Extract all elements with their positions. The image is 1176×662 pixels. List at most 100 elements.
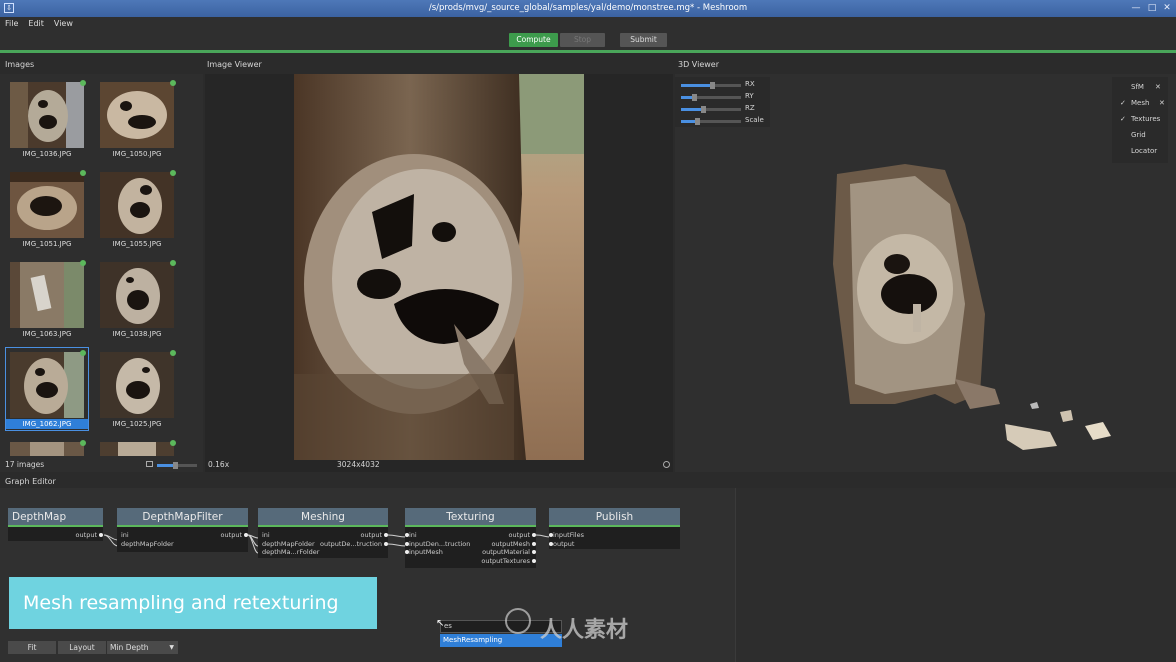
status-ok-icon <box>80 170 86 176</box>
compute-button[interactable]: Compute <box>509 33 558 47</box>
images-panel-title: Images <box>5 60 35 69</box>
thumbnail-size-slider[interactable] <box>157 462 197 469</box>
thumbnail[interactable]: IMG_1055.JPG <box>96 168 178 250</box>
menu-edit[interactable]: Edit <box>23 17 49 30</box>
node-output: output <box>508 531 530 539</box>
menu-bar: File Edit View <box>0 17 1176 30</box>
node-texturing[interactable]: Texturing ini inputDen...truction inputM… <box>405 508 536 568</box>
status-ok-icon <box>170 350 176 356</box>
status-ok-icon <box>80 80 86 86</box>
remove-sfm-icon[interactable]: ✕ <box>1155 83 1161 91</box>
node-output: outputDe...truction <box>319 540 382 548</box>
layer-sfm[interactable]: SfM <box>1131 83 1144 91</box>
ry-slider[interactable] <box>681 94 741 101</box>
thumbnail-label: IMG_1036.JPG <box>22 150 72 158</box>
status-ok-icon <box>80 260 86 266</box>
thumbnail[interactable]: IMG_1050.JPG <box>96 78 178 160</box>
viewer-3d[interactable]: RX RY RZ Scale SfM ✕ ✓ Mesh ✕ ✓ Textures… <box>675 74 1176 472</box>
graph-editor[interactable]: DepthMap output DepthMapFilter ini depth… <box>0 488 735 662</box>
node-input: depthMa...rFolder <box>262 548 320 556</box>
image-viewer[interactable]: 0.16x 3024x4032 <box>205 74 673 472</box>
output-port[interactable] <box>384 542 388 546</box>
rz-slider[interactable] <box>681 106 741 113</box>
rx-slider[interactable] <box>681 82 741 89</box>
node-input: output <box>553 540 575 548</box>
thumbnail-image <box>100 442 174 456</box>
status-ok-icon <box>80 350 86 356</box>
thumbnail[interactable]: IMG_1036.JPG <box>6 78 88 160</box>
thumbnail[interactable]: IMG_1038.JPG <box>96 258 178 340</box>
menu-file[interactable]: File <box>0 17 23 30</box>
fit-button[interactable]: Fit <box>8 641 56 654</box>
depth-dropdown[interactable]: Min Depth ▼ <box>107 641 178 654</box>
thumbnail-image <box>10 82 84 148</box>
node-title: Texturing <box>405 508 536 527</box>
image-viewer-title: Image Viewer <box>207 60 262 69</box>
node-input: ini <box>121 531 129 539</box>
node-depthmapfilter[interactable]: DepthMapFilter ini depthMapFolder output <box>117 508 248 552</box>
layer-mesh[interactable]: Mesh <box>1131 99 1149 107</box>
layer-textures[interactable]: Textures <box>1131 115 1160 123</box>
node-depthmap[interactable]: DepthMap output <box>8 508 103 541</box>
maximize-icon[interactable]: □ <box>1146 2 1158 14</box>
node-publish[interactable]: Publish inputFiles output <box>549 508 680 549</box>
watermark-text: 人人素材 <box>540 618 629 643</box>
textured-mesh <box>833 164 1111 450</box>
output-port[interactable] <box>532 533 536 537</box>
node-output: outputTextures <box>481 557 530 565</box>
node-input: inputDen...truction <box>409 540 471 548</box>
thumbnail[interactable] <box>96 438 178 456</box>
thumbnail-selected[interactable]: IMG_1062.JPG <box>5 347 89 431</box>
node-meshing[interactable]: Meshing ini depthMapFolder depthMa...rFo… <box>258 508 388 558</box>
status-ok-icon <box>170 260 176 266</box>
check-icon: ✓ <box>1120 115 1126 123</box>
output-port[interactable] <box>384 533 388 537</box>
output-port[interactable] <box>532 550 536 554</box>
transform-controls: RX RY RZ Scale <box>675 77 770 127</box>
thumbnail[interactable]: IMG_1025.JPG <box>96 348 178 430</box>
output-port[interactable] <box>532 542 536 546</box>
menu-view[interactable]: View <box>49 17 78 30</box>
node-output: output <box>220 531 242 539</box>
grid-size-icon[interactable] <box>146 461 153 467</box>
layer-locator[interactable]: Locator <box>1131 147 1157 155</box>
thumbnail[interactable]: IMG_1063.JPG <box>6 258 88 340</box>
thumbnail-label: IMG_1051.JPG <box>22 240 72 248</box>
images-panel: IMG_1036.JPG IMG_1050.JPG IMG_1051.JPG I… <box>0 74 203 472</box>
thumbnail-image <box>10 352 84 418</box>
thumbnail[interactable] <box>6 438 88 456</box>
rz-label: RZ <box>745 104 755 112</box>
zoom-level: 0.16x <box>208 460 230 469</box>
output-port[interactable] <box>532 559 536 563</box>
node-input: ini <box>409 531 417 539</box>
node-input: ini <box>262 531 270 539</box>
submit-button[interactable]: Submit <box>620 33 667 47</box>
thumbnail[interactable]: IMG_1051.JPG <box>6 168 88 250</box>
layers-panel: SfM ✕ ✓ Mesh ✕ ✓ Textures Grid Locator <box>1112 77 1168 163</box>
close-icon[interactable]: ✕ <box>1161 2 1173 14</box>
graph-editor-title: Graph Editor <box>5 477 56 486</box>
scale-slider[interactable] <box>681 118 741 125</box>
thumbnail-label: IMG_1063.JPG <box>22 330 72 338</box>
stop-button[interactable]: Stop <box>560 33 605 47</box>
status-ok-icon <box>170 170 176 176</box>
thumbnail-label: IMG_1062.JPG <box>6 419 88 429</box>
remove-mesh-icon[interactable]: ✕ <box>1159 99 1165 107</box>
window-menu-icon[interactable]: ⇩ <box>4 3 14 13</box>
info-icon[interactable] <box>663 461 670 468</box>
minimize-icon[interactable]: — <box>1130 2 1142 14</box>
thumbnail-image <box>100 172 174 238</box>
toolbar: Compute Stop Submit <box>0 30 1176 50</box>
node-output: output <box>75 531 97 539</box>
ry-label: RY <box>745 92 754 100</box>
window-title: /s/prods/mvg/_source_global/samples/yal/… <box>428 3 748 13</box>
chevron-down-icon: ▼ <box>169 644 174 651</box>
output-port[interactable] <box>244 533 248 537</box>
node-input: inputMesh <box>409 548 443 556</box>
layout-button[interactable]: Layout <box>58 641 106 654</box>
output-port[interactable] <box>99 533 103 537</box>
thumbnail-label: IMG_1055.JPG <box>112 240 162 248</box>
mouse-cursor-icon: ↖ <box>436 618 445 629</box>
thumbnail-image <box>100 352 174 418</box>
layer-grid[interactable]: Grid <box>1131 131 1146 139</box>
